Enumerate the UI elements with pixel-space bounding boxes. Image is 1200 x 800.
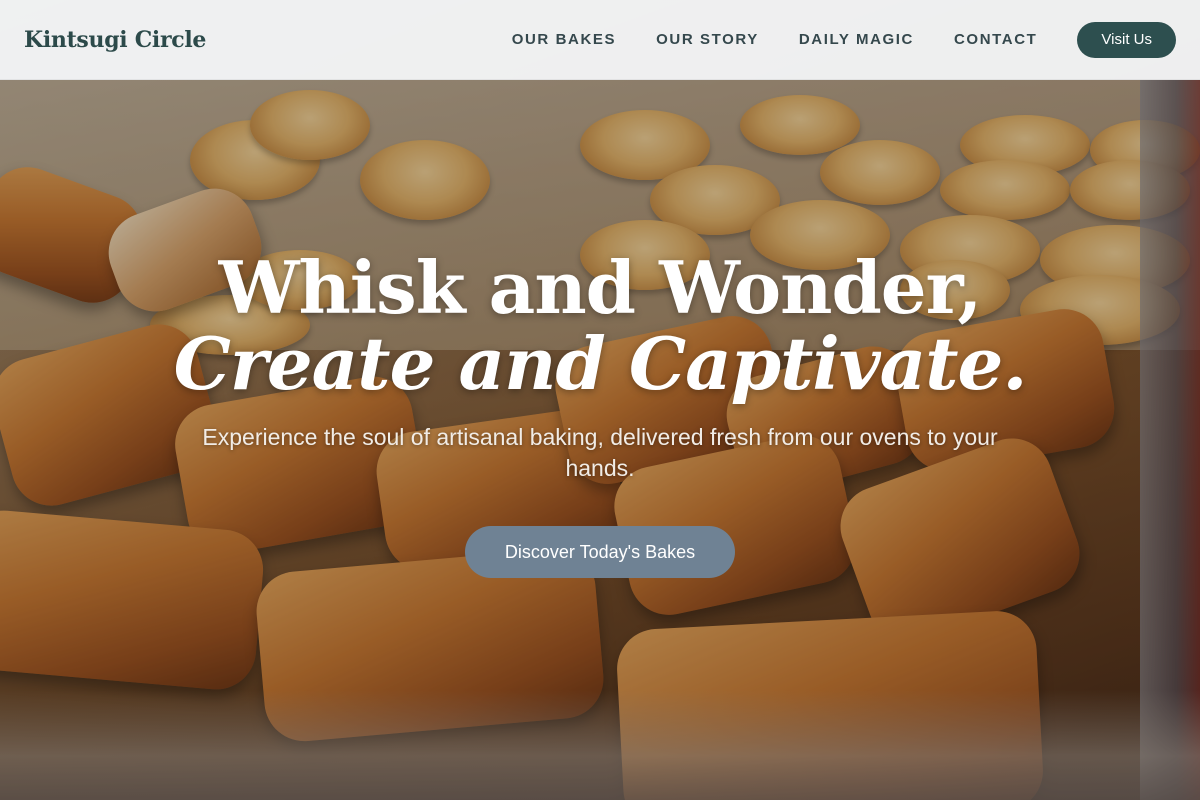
hero-section: Whisk and Wonder, Create and Captivate. …: [0, 250, 1200, 578]
visit-us-button[interactable]: Visit Us: [1077, 21, 1176, 58]
nav-daily-magic[interactable]: DAILY MAGIC: [799, 31, 914, 48]
hero-heading-line1: Whisk and Wonder,: [218, 245, 983, 330]
brand-logo[interactable]: Kintsugi Circle: [24, 27, 206, 53]
main-nav: OUR BAKES OUR STORY DAILY MAGIC CONTACT …: [512, 21, 1176, 58]
site-header: Kintsugi Circle OUR BAKES OUR STORY DAIL…: [0, 0, 1200, 80]
nav-our-story[interactable]: OUR STORY: [656, 31, 759, 48]
discover-bakes-button[interactable]: Discover Today's Bakes: [464, 526, 736, 578]
hero-subtitle: Experience the soul of artisanal baking,…: [202, 424, 998, 481]
nav-our-bakes[interactable]: OUR BAKES: [512, 31, 616, 48]
hero-heading-line2: Create and Captivate.: [173, 321, 1028, 406]
hero-heading: Whisk and Wonder, Create and Captivate.: [0, 250, 1200, 402]
nav-contact[interactable]: CONTACT: [954, 31, 1037, 48]
